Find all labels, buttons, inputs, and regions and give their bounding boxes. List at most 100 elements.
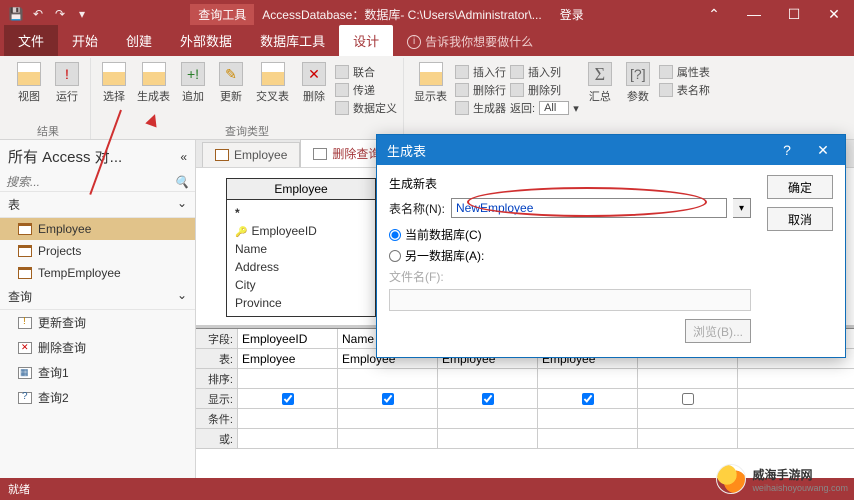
dialog-help-icon[interactable]: ?	[769, 135, 805, 165]
grid-cell[interactable]	[238, 389, 338, 408]
qat-customize-icon[interactable]: ▾	[74, 6, 90, 22]
select-query-button[interactable]: 选择	[97, 60, 131, 106]
undo-icon[interactable]: ↶	[30, 6, 46, 22]
datadef-button[interactable]: 数据定义	[335, 100, 397, 116]
crosstab-query-button[interactable]: 交叉表	[252, 60, 293, 106]
tab-create[interactable]: 创建	[112, 25, 166, 56]
search-input[interactable]	[6, 175, 170, 189]
show-table-button[interactable]: 显示表	[410, 60, 451, 106]
radio-input[interactable]	[389, 229, 401, 241]
grid-cell[interactable]	[238, 429, 338, 448]
passthrough-button[interactable]: 传递	[335, 82, 397, 98]
grid-cell[interactable]	[538, 389, 638, 408]
dialog-titlebar[interactable]: 生成表 ? ✕	[377, 135, 845, 165]
maximize-icon[interactable]: ☐	[774, 0, 814, 28]
parameters-button[interactable]: [?]参数	[621, 60, 655, 106]
delete-query-button[interactable]: ✕删除	[297, 60, 331, 106]
return-dropdown[interactable]: 返回: All▾	[510, 100, 579, 116]
run-button[interactable]: !运行	[50, 60, 84, 106]
tab-home[interactable]: 开始	[58, 25, 112, 56]
nav-table-projects[interactable]: Projects	[0, 240, 195, 262]
show-checkbox[interactable]	[382, 393, 394, 405]
ok-button[interactable]: 确定	[767, 175, 833, 199]
field-list-title: Employee	[227, 179, 375, 200]
show-checkbox[interactable]	[582, 393, 594, 405]
radio-current-db[interactable]: 当前数据库(C)	[389, 226, 751, 243]
nav-query-1[interactable]: 查询1	[0, 360, 195, 385]
tab-external-data[interactable]: 外部数据	[166, 25, 246, 56]
grid-cell[interactable]	[338, 409, 438, 428]
radio-another-db[interactable]: 另一数据库(A):	[389, 247, 751, 264]
field-item[interactable]: City	[235, 276, 367, 294]
grid-cell[interactable]	[638, 429, 738, 448]
tab-design[interactable]: 设计	[339, 25, 393, 56]
signin-link[interactable]: 登录	[550, 6, 594, 23]
tab-database-tools[interactable]: 数据库工具	[246, 25, 339, 56]
filename-input	[389, 289, 751, 311]
grid-cell[interactable]	[338, 369, 438, 388]
show-checkbox[interactable]	[482, 393, 494, 405]
show-checkbox[interactable]	[282, 393, 294, 405]
show-checkbox[interactable]	[682, 393, 694, 405]
grid-cell[interactable]	[538, 409, 638, 428]
update-icon: ✎	[219, 62, 243, 86]
nav-query-update[interactable]: 更新查询	[0, 310, 195, 335]
nav-table-employee[interactable]: Employee	[0, 218, 195, 240]
append-query-button[interactable]: +!追加	[176, 60, 210, 106]
nav-group-tables[interactable]: 表⌄	[0, 192, 195, 218]
grid-cell[interactable]	[338, 389, 438, 408]
nav-collapse-icon[interactable]: «	[180, 150, 187, 164]
tablename-dropdown-button[interactable]: ▾	[733, 198, 751, 218]
grid-cell[interactable]	[538, 369, 638, 388]
dialog-close-icon[interactable]: ✕	[805, 135, 841, 165]
field-list-employee[interactable]: Employee * EmployeeID Name Address City …	[226, 178, 376, 317]
field-item[interactable]: Address	[235, 258, 367, 276]
grid-cell[interactable]	[538, 429, 638, 448]
field-star[interactable]: *	[235, 204, 367, 222]
builder-button[interactable]: 生成器	[455, 100, 506, 116]
redo-icon[interactable]: ↷	[52, 6, 68, 22]
grid-cell[interactable]	[438, 429, 538, 448]
field-item[interactable]: EmployeeID	[235, 222, 367, 240]
grid-label-field: 字段:	[196, 329, 238, 348]
grid-cell[interactable]	[338, 429, 438, 448]
grid-cell[interactable]	[438, 409, 538, 428]
update-query-button[interactable]: ✎更新	[214, 60, 248, 106]
field-item[interactable]: Province	[235, 294, 367, 312]
grid-cell[interactable]	[238, 409, 338, 428]
insert-rows-button[interactable]: 插入行	[455, 64, 506, 80]
grid-cell[interactable]	[438, 369, 538, 388]
grid-cell[interactable]	[638, 389, 738, 408]
minimize-icon[interactable]: —	[734, 0, 774, 28]
nav-query-2[interactable]: 查询2	[0, 385, 195, 410]
grid-cell[interactable]: EmployeeID	[238, 329, 338, 348]
radio-input[interactable]	[389, 250, 401, 262]
totals-button[interactable]: Σ汇总	[583, 60, 617, 106]
grid-cell[interactable]	[238, 369, 338, 388]
doc-tab-employee[interactable]: Employee	[202, 142, 300, 167]
nav-query-delete[interactable]: 删除查询	[0, 335, 195, 360]
tell-me-box[interactable]: i告诉我你想要做什么	[393, 27, 547, 56]
select-query-icon	[18, 392, 32, 404]
delete-cols-button[interactable]: 删除列	[510, 82, 579, 98]
make-table-query-button[interactable]: 生成表	[135, 60, 172, 106]
cancel-button[interactable]: 取消	[767, 207, 833, 231]
property-sheet-button[interactable]: 属性表	[659, 64, 710, 80]
nav-group-queries[interactable]: 查询⌄	[0, 284, 195, 310]
grid-cell[interactable]	[438, 389, 538, 408]
close-icon[interactable]: ✕	[814, 0, 854, 28]
view-button[interactable]: 视图	[12, 60, 46, 106]
grid-cell[interactable]: Employee	[238, 349, 338, 368]
ribbon-collapse-icon[interactable]: ⌃	[694, 0, 734, 28]
insert-cols-button[interactable]: 插入列	[510, 64, 579, 80]
grid-cell[interactable]	[638, 409, 738, 428]
field-item[interactable]: Name	[235, 240, 367, 258]
delete-rows-button[interactable]: 删除行	[455, 82, 506, 98]
grid-cell[interactable]	[638, 369, 738, 388]
save-icon[interactable]: 💾	[8, 6, 24, 22]
tablename-input[interactable]	[451, 198, 727, 218]
tab-file[interactable]: 文件	[4, 25, 58, 56]
table-names-button[interactable]: 表名称	[659, 82, 710, 98]
nav-table-tempemployee[interactable]: TempEmployee	[0, 262, 195, 284]
union-button[interactable]: 联合	[335, 64, 397, 80]
